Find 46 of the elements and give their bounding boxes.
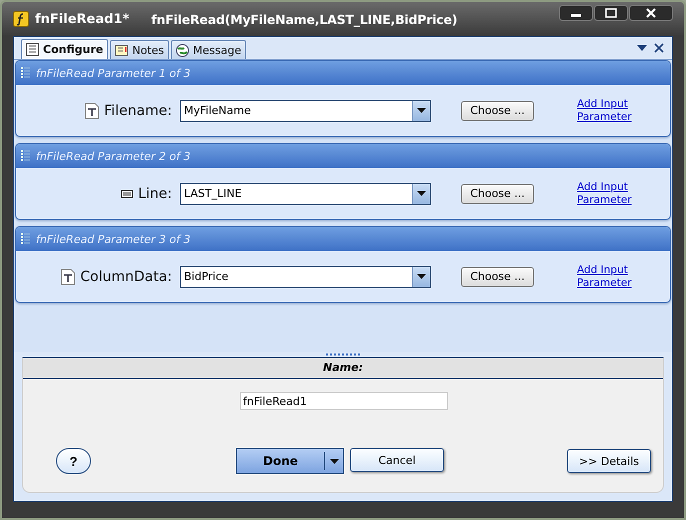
text-icon (85, 102, 100, 118)
cancel-button[interactable]: Cancel (350, 448, 444, 472)
add-parameter-link[interactable]: Add Input Parameter (577, 98, 631, 124)
minimize-icon[interactable] (559, 5, 593, 21)
field-label: ColumnData: (80, 268, 172, 284)
add-parameter-link[interactable]: Add Input Parameter (577, 180, 631, 206)
note-icon (115, 44, 128, 56)
help-button[interactable]: ? (56, 448, 91, 474)
combo-box[interactable]: LAST_LINE (180, 182, 431, 204)
details-button[interactable]: >> Details (567, 449, 651, 473)
tab[interactable]: Notes (110, 40, 169, 59)
group-title: fnFileRead Parameter 3 of 3 (36, 232, 190, 246)
name-field[interactable]: fnFileRead1 (240, 392, 448, 410)
window-title: fnFileRead1* (35, 12, 130, 26)
globe-icon (176, 44, 189, 56)
function-icon (13, 11, 29, 27)
group-title: fnFileRead Parameter 2 of 3 (36, 150, 190, 162)
maximize-icon[interactable] (594, 5, 628, 21)
choose-button[interactable]: Choose ... (461, 266, 534, 286)
dropdown-icon[interactable] (637, 44, 647, 52)
close-icon[interactable] (654, 43, 664, 53)
list-icon (21, 67, 30, 79)
group-title: fnFileRead Parameter 1 of 3 (36, 66, 190, 80)
section-header: Name: (23, 358, 663, 379)
done-button[interactable]: Done (236, 448, 344, 474)
close-icon[interactable] (629, 5, 673, 21)
dropdown-icon (417, 108, 426, 113)
field-label: Filename: (104, 102, 172, 118)
combo-box[interactable]: BidPrice (180, 266, 431, 288)
combo-box[interactable]: MyFileName (180, 100, 431, 122)
tab[interactable]: Message (171, 40, 246, 59)
dropdown-icon (417, 274, 426, 279)
splitter-grip-icon[interactable] (326, 353, 360, 356)
dropdown-icon (417, 191, 426, 196)
list-icon (21, 233, 30, 245)
choose-button[interactable]: Choose ... (461, 184, 534, 204)
choose-button[interactable]: Choose ... (461, 100, 534, 120)
text-icon (61, 268, 76, 284)
line-icon (121, 190, 134, 198)
field-label: Line: (138, 186, 172, 202)
list-icon (21, 150, 30, 162)
tab[interactable]: Configure (21, 39, 108, 59)
add-parameter-link[interactable]: Add Input Parameter (577, 264, 631, 290)
form-icon (26, 43, 39, 56)
window-subtitle: fnFileRead(MyFileName,LAST_LINE,BidPrice) (151, 12, 458, 26)
dropdown-icon (330, 458, 338, 464)
